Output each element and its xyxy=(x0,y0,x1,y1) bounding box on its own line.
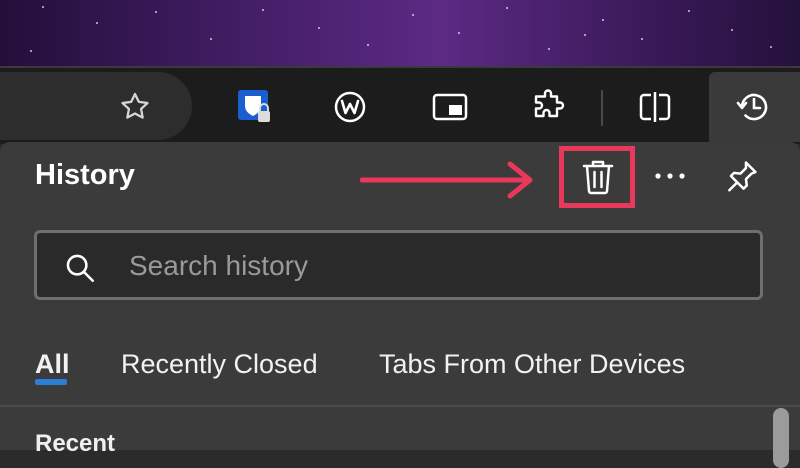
search-input[interactable] xyxy=(127,233,731,299)
bitwarden-lock-icon xyxy=(238,90,270,122)
selected-tab-indicator xyxy=(35,379,67,385)
star-icon xyxy=(121,92,149,119)
tab-recently-closed[interactable]: Recently Closed xyxy=(121,349,318,380)
more-options-button[interactable] xyxy=(648,154,692,198)
extensions-button[interactable] xyxy=(520,79,576,135)
history-icon xyxy=(736,93,768,121)
split-screen-button[interactable] xyxy=(627,79,683,135)
desktop-wallpaper xyxy=(0,0,800,66)
history-panel: History All Recently Closed xyxy=(0,142,800,468)
pin-panel-button[interactable] xyxy=(720,154,764,198)
panel-title: History xyxy=(35,159,135,191)
toolbar-separator xyxy=(601,90,603,126)
browser-toolbar xyxy=(0,66,800,144)
picture-in-picture-button[interactable] xyxy=(422,79,478,135)
delete-history-button[interactable] xyxy=(572,154,624,200)
password-manager-extension[interactable] xyxy=(227,79,283,135)
w-extension-button[interactable] xyxy=(322,79,378,135)
split-screen-icon xyxy=(639,92,671,122)
section-label-recent: Recent xyxy=(35,430,116,457)
w-extension-icon xyxy=(334,91,366,123)
search-box[interactable] xyxy=(34,230,763,300)
history-button[interactable] xyxy=(726,79,782,135)
more-options-icon xyxy=(655,173,685,179)
search-icon xyxy=(66,254,95,283)
trash-icon xyxy=(582,160,614,195)
annotation-arrow xyxy=(360,161,533,199)
extensions-puzzle-icon xyxy=(534,89,565,118)
address-bar[interactable] xyxy=(0,72,192,140)
favorite-star-button[interactable] xyxy=(107,79,163,135)
divider xyxy=(0,405,800,407)
picture-in-picture-icon xyxy=(432,93,468,121)
tab-other-devices[interactable]: Tabs From Other Devices xyxy=(379,349,685,380)
tab-all[interactable]: All xyxy=(35,349,70,380)
scrollbar[interactable] xyxy=(773,408,789,468)
pin-icon xyxy=(728,161,757,192)
